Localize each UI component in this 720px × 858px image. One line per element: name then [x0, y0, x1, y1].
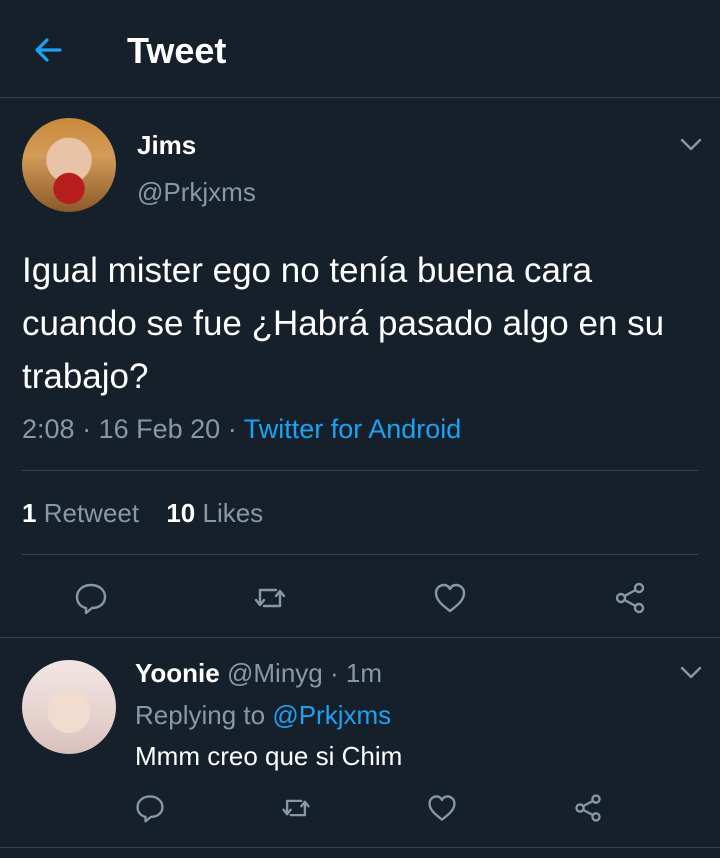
reply-text: Mmm creo que si Chim — [135, 741, 403, 771]
retweet-count: 1 — [22, 498, 37, 528]
share-icon[interactable] — [572, 792, 604, 824]
chevron-down-icon[interactable] — [680, 138, 702, 152]
replying-to: Replying to @Prkjxms — [135, 700, 391, 731]
avatar[interactable] — [22, 118, 116, 212]
author-handle[interactable]: @Prkjxms — [137, 177, 256, 208]
reply-actions — [0, 792, 720, 828]
top-bar: Tweet — [0, 0, 720, 98]
like-heart-icon[interactable] — [426, 792, 458, 824]
reply-header: Yoonie @Minyg · 1m — [135, 658, 382, 689]
author-name[interactable]: Jims — [137, 130, 196, 161]
tweet-time: 2:08 — [22, 414, 75, 444]
divider — [22, 554, 698, 555]
like-count: 10 — [166, 498, 196, 528]
like-heart-icon[interactable] — [432, 580, 468, 616]
retweet-icon[interactable] — [280, 792, 312, 824]
tweet-actions — [0, 578, 720, 618]
reply-time: 1m — [345, 658, 382, 688]
tweet-text: Igual mister ego no tenía buena cara cua… — [22, 251, 665, 396]
reply-author-name[interactable]: Yoonie — [135, 658, 220, 688]
like-label: Likes — [202, 498, 264, 528]
tweet-stats: 1 Retweet 10 Likes — [22, 498, 283, 529]
retweets-stat[interactable]: 1 Retweet — [22, 498, 139, 528]
page-title: Tweet — [127, 30, 227, 71]
reply-icon[interactable] — [73, 580, 109, 616]
replying-prefix: Replying to — [135, 700, 266, 730]
meta-separator: · — [82, 414, 92, 444]
tweet-source-link[interactable]: Twitter for Android — [244, 414, 462, 444]
reply-icon[interactable] — [134, 792, 166, 824]
chevron-down-icon[interactable] — [680, 666, 702, 680]
reply-separator: · — [329, 658, 339, 688]
share-icon[interactable] — [612, 580, 648, 616]
divider — [22, 470, 698, 471]
tweet-meta: 2:08 · 16 Feb 20 · Twitter for Android — [22, 414, 461, 445]
retweet-label: Retweet — [43, 498, 140, 528]
reply-author-handle[interactable]: @Minyg — [227, 658, 323, 688]
back-arrow-icon[interactable] — [30, 32, 66, 68]
avatar[interactable] — [22, 660, 116, 754]
meta-separator: · — [227, 414, 237, 444]
replying-to-mention[interactable]: @Prkjxms — [272, 700, 391, 730]
tweet-date: 16 Feb 20 — [98, 414, 221, 444]
retweet-icon[interactable] — [252, 580, 288, 616]
likes-stat[interactable]: 10 Likes — [166, 498, 263, 528]
